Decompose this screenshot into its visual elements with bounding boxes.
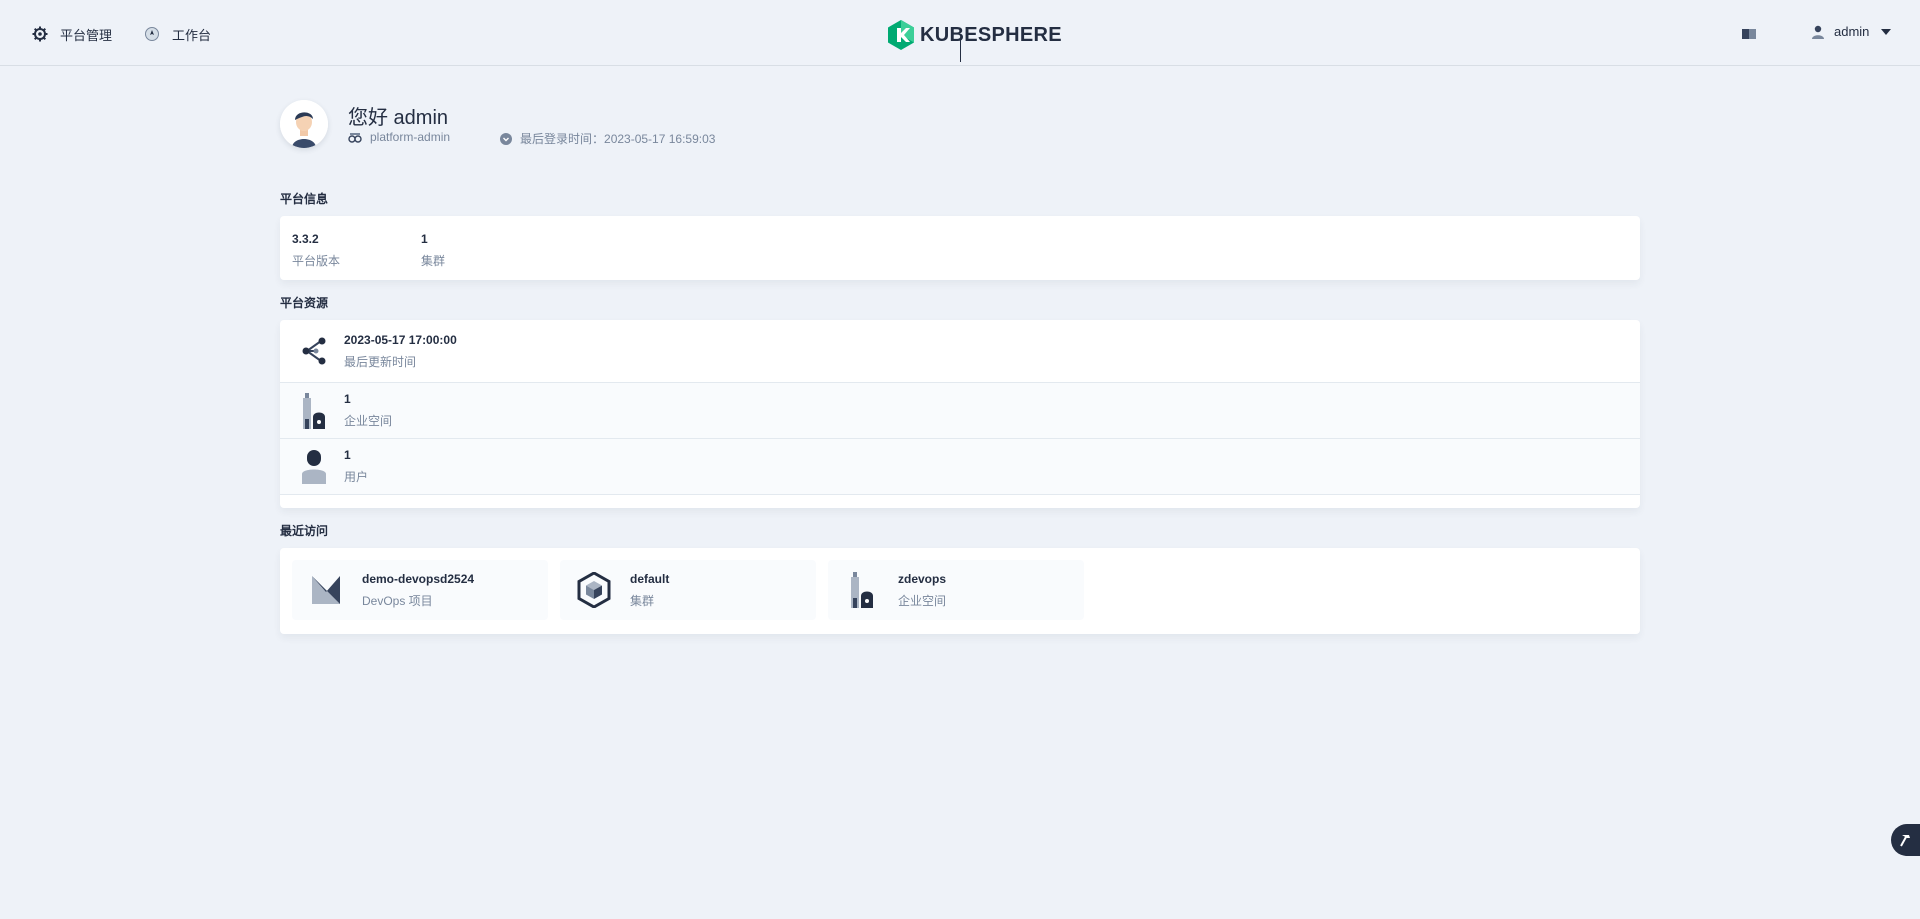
- platform-info-card: 3.3.2 平台版本 1 集群: [280, 216, 1640, 280]
- cluster-count-value: 1: [421, 232, 428, 246]
- platform-info-title: 平台信息: [280, 192, 329, 206]
- toolbox-button[interactable]: [1891, 824, 1920, 856]
- cluster-count-label: 集群: [421, 254, 446, 268]
- greeting-title: 您好 admin: [348, 107, 449, 129]
- resource-row-users[interactable]: 1 用户: [280, 438, 1640, 495]
- recent-item-name: default: [630, 571, 670, 586]
- platform-resources-title: 平台资源: [280, 296, 329, 310]
- last-login-info: 最后登录时间： 2023-05-17 16:59:03: [500, 130, 715, 147]
- recent-item-name: zdevops: [898, 571, 947, 586]
- platform-version-item: 3.3.2 平台版本: [292, 232, 340, 269]
- platform-version-label: 平台版本: [292, 254, 341, 268]
- share-icon: [298, 331, 330, 371]
- user-icon: [1812, 25, 1824, 39]
- recent-visits-title: 最近访问: [280, 524, 329, 538]
- user-icon: [298, 447, 330, 487]
- recent-item-type: 集群: [630, 593, 655, 608]
- clock-icon: [500, 132, 512, 145]
- last-update-value: 2023-05-17 17:00:00: [344, 332, 457, 347]
- recent-item-type: 企业空间: [898, 593, 947, 608]
- last-login-time: 2023-05-17 16:59:03: [604, 131, 716, 146]
- text-cursor: [960, 40, 961, 62]
- workspace-icon: [842, 570, 882, 610]
- hammer-icon: [1900, 835, 1910, 847]
- role-name: platform-admin: [370, 130, 451, 144]
- profile-header: 您好 admin platform-admin 最后登录时间： 2023-05-…: [280, 96, 1640, 156]
- kubesphere-logo-icon: [888, 20, 914, 50]
- role-info: platform-admin: [348, 130, 450, 144]
- recent-item-devops-project[interactable]: demo-devopsd2524 DevOps 项目: [292, 560, 548, 620]
- avatar: [280, 100, 328, 148]
- gear-icon: [32, 26, 48, 42]
- cluster-count-item: 1 集群: [421, 232, 445, 269]
- user-name: admin: [1834, 24, 1870, 39]
- user-menu[interactable]: admin: [1812, 24, 1892, 39]
- recent-item-workspace[interactable]: zdevops 企业空间: [828, 560, 1084, 620]
- user-count-label: 用户: [344, 470, 369, 484]
- recent-item-cluster[interactable]: default 集群: [560, 560, 816, 620]
- recent-item-name: demo-devopsd2524: [362, 571, 475, 586]
- cluster-icon: [574, 570, 614, 610]
- workspace-count-label: 企业空间: [344, 414, 393, 428]
- logo-text: KUBESPHERE: [920, 23, 1062, 46]
- main-content: 您好 admin platform-admin 最后登录时间： 2023-05-…: [280, 96, 1640, 634]
- nav-workbench[interactable]: 工作台: [144, 22, 211, 46]
- avatar-image: [280, 100, 328, 148]
- workspace-icon: [298, 391, 330, 431]
- last-login-label: 最后登录时间：: [520, 132, 605, 146]
- workspace-count-value: 1: [344, 392, 351, 406]
- resource-row-workspaces[interactable]: 1 企业空间: [280, 382, 1640, 438]
- last-update-label: 最后更新时间: [344, 354, 417, 369]
- platform-resources-card: 2023-05-17 17:00:00 最后更新时间 1 企业空间 1 用户: [280, 320, 1640, 508]
- documentation-button[interactable]: [1742, 27, 1756, 45]
- workbench-icon: [145, 27, 159, 41]
- role-icon: [348, 133, 362, 143]
- kubesphere-logo[interactable]: KUBESPHERE: [888, 20, 1062, 50]
- resource-row-last-update: 2023-05-17 17:00:00 最后更新时间: [280, 320, 1640, 382]
- nav-platform-management[interactable]: 平台管理: [32, 22, 112, 46]
- devops-project-icon: [306, 570, 346, 610]
- book-icon: [1742, 29, 1756, 39]
- platform-version-value: 3.3.2: [292, 232, 319, 246]
- top-navbar: 平台管理 工作台 KUBESPHERE admin: [0, 0, 1920, 66]
- nav-platform-management-label: 平台管理: [60, 27, 113, 43]
- nav-workbench-label: 工作台: [172, 27, 212, 43]
- recent-visits-card: demo-devopsd2524 DevOps 项目 default 集群 zd…: [280, 548, 1640, 634]
- recent-item-type: DevOps 项目: [362, 593, 433, 608]
- user-count-value: 1: [344, 448, 351, 462]
- chevron-down-icon: [1881, 28, 1892, 35]
